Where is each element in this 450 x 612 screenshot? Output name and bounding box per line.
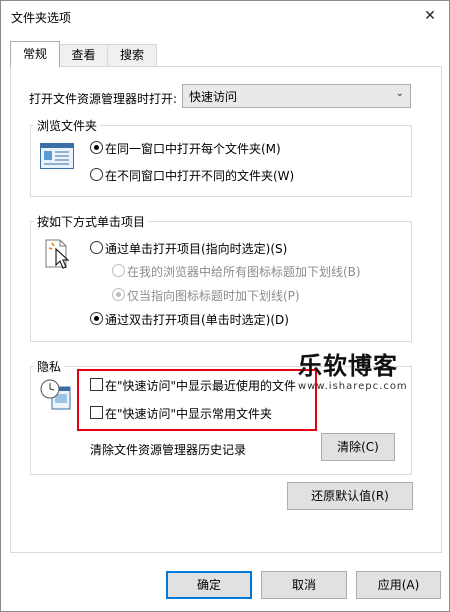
tab-view[interactable]: 查看 xyxy=(59,44,108,66)
cancel-button[interactable]: 取消 xyxy=(261,571,347,599)
radio-double-click-label[interactable]: 通过双击打开项目(单击时选定)(D) xyxy=(105,311,289,328)
radio-double-click[interactable] xyxy=(90,312,103,325)
click-items-title: 按如下方式单击项目 xyxy=(34,213,149,230)
open-explorer-label: 打开文件资源管理器时打开: xyxy=(29,92,178,106)
window-title: 文件夹选项 xyxy=(11,11,72,25)
radio-same-window-label[interactable]: 在同一窗口中打开每个文件夹(M) xyxy=(105,140,281,157)
close-button[interactable]: ✕ xyxy=(411,1,449,31)
chevron-down-icon: ⌄ xyxy=(395,88,404,99)
browse-folders-group xyxy=(30,125,412,197)
title-bar[interactable]: 文件夹选项 ✕ xyxy=(1,1,449,31)
clear-button[interactable]: 清除(C) xyxy=(321,433,395,461)
radio-new-window[interactable] xyxy=(90,168,103,181)
watermark-sub-text: www.isharepc.com xyxy=(298,381,408,392)
browse-folders-title: 浏览文件夹 xyxy=(34,117,101,134)
tab-search[interactable]: 搜索 xyxy=(107,44,157,66)
tab-general[interactable]: 常规 xyxy=(10,41,60,67)
radio-underline-hover[interactable] xyxy=(112,288,125,301)
open-explorer-select[interactable]: 快速访问 ⌄ xyxy=(182,84,411,108)
radio-single-click[interactable] xyxy=(90,241,103,254)
watermark-logo: 乐软博客 www.isharepc.com xyxy=(298,346,408,392)
restore-defaults-button[interactable]: 还原默认值(R) xyxy=(287,482,413,510)
highlight-annotation-box xyxy=(77,369,317,431)
watermark-main-text: 乐软博客 xyxy=(298,352,398,380)
radio-underline-always[interactable] xyxy=(112,264,125,277)
radio-underline-hover-label[interactable]: 仅当指向图标标题时加下划线(P) xyxy=(127,287,300,304)
ok-button[interactable]: 确定 xyxy=(166,571,252,599)
cursor-file-icon xyxy=(45,239,70,269)
window-icon xyxy=(40,143,74,169)
radio-same-window[interactable] xyxy=(90,141,103,154)
apply-button[interactable]: 应用(A) xyxy=(356,571,441,599)
privacy-title: 隐私 xyxy=(34,358,65,375)
radio-single-click-label[interactable]: 通过单击打开项目(指向时选定)(S) xyxy=(105,240,287,257)
open-explorer-value: 快速访问 xyxy=(189,90,238,104)
clear-history-label: 清除文件资源管理器历史记录 xyxy=(90,443,247,457)
folder-options-dialog: 文件夹选项 ✕ 常规 查看 搜索 打开文件资源管理器时打开: 快速访问 ⌄ 浏览… xyxy=(0,0,450,612)
clock-document-icon xyxy=(40,379,71,410)
radio-underline-always-label[interactable]: 在我的浏览器中给所有图标标题加下划线(B) xyxy=(127,263,361,280)
radio-new-window-label[interactable]: 在不同窗口中打开不同的文件夹(W) xyxy=(105,167,294,184)
